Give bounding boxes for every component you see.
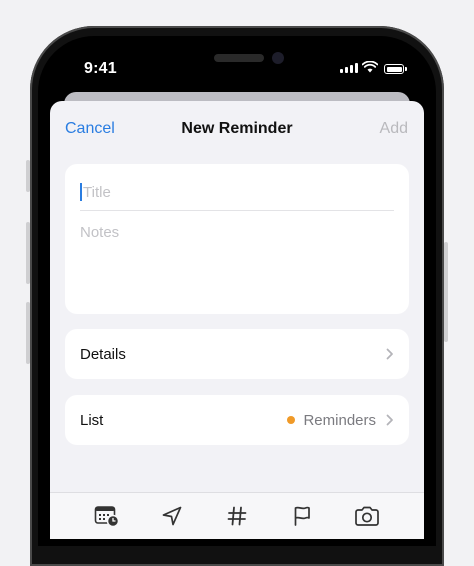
location-icon [162, 506, 182, 526]
reminder-input-card [65, 164, 409, 314]
chevron-right-icon [386, 414, 393, 426]
list-value: Reminders [303, 411, 376, 429]
wifi-icon [362, 61, 378, 73]
list-label: List [80, 411, 104, 429]
title-input[interactable] [83, 183, 373, 201]
date-time-button[interactable] [93, 502, 121, 530]
list-row[interactable]: List Reminders [65, 395, 409, 445]
flag-icon [294, 506, 311, 526]
title-field-container [80, 174, 394, 211]
status-time: 9:41 [84, 60, 117, 77]
tag-button[interactable] [223, 502, 251, 530]
camera-icon [355, 506, 380, 526]
cellular-signal-icon [340, 63, 358, 73]
details-label: Details [80, 345, 126, 363]
page-title: New Reminder [181, 120, 293, 137]
side-button [444, 242, 448, 342]
hashtag-icon [227, 506, 247, 526]
camera-button[interactable] [353, 502, 381, 530]
list-color-dot [287, 416, 296, 424]
quick-toolbar [50, 492, 424, 539]
battery-icon [384, 64, 404, 74]
notes-input[interactable] [80, 224, 370, 241]
earpiece-speaker [214, 54, 264, 62]
details-row[interactable]: Details [65, 329, 409, 379]
list-card: List Reminders [65, 395, 409, 445]
nav-bar: Cancel New Reminder Add [50, 101, 424, 157]
calendar-clock-icon [94, 506, 119, 528]
front-camera [272, 52, 284, 64]
chevron-right-icon [386, 348, 393, 360]
battery-tip [405, 67, 407, 71]
add-button[interactable]: Add [380, 120, 408, 138]
flag-button[interactable] [288, 502, 316, 530]
text-cursor [80, 183, 82, 201]
location-button[interactable] [158, 502, 186, 530]
notes-field-container [80, 224, 394, 246]
new-reminder-sheet: Cancel New Reminder Add Details List Rem… [50, 101, 424, 539]
details-card: Details [65, 329, 409, 379]
